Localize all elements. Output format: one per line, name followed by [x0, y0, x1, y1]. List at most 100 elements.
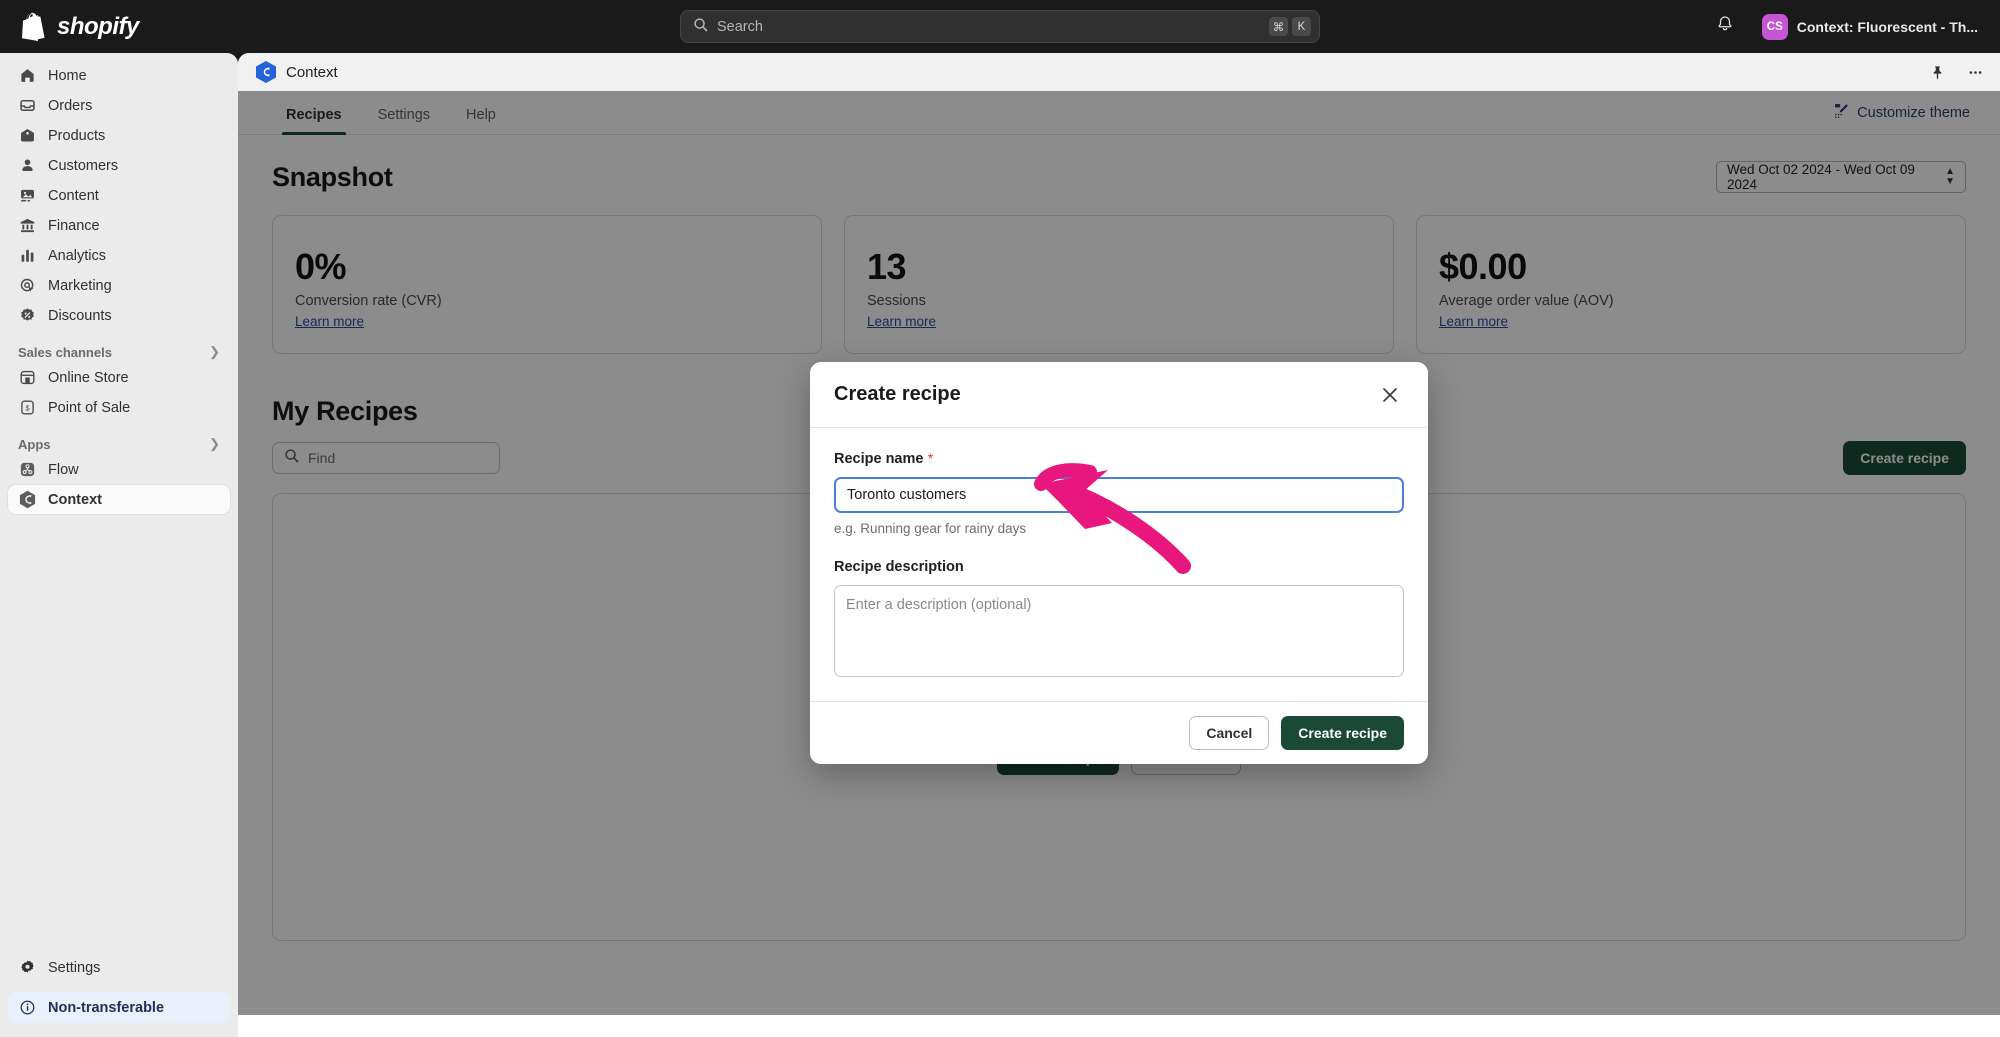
sidebar-item-label: Online Store — [48, 370, 129, 386]
sidebar-item-label: Products — [48, 128, 105, 144]
account-menu-button[interactable]: CS Context: Fluorescent - Th... — [1754, 10, 1986, 44]
sidebar-item-settings[interactable]: Settings — [8, 953, 230, 982]
search-icon — [284, 448, 299, 468]
tab-help[interactable]: Help — [448, 107, 514, 134]
metric-card: 13 Sessions Learn more — [844, 215, 1394, 354]
customize-theme-label: Customize theme — [1857, 105, 1970, 121]
flow-icon — [18, 460, 37, 479]
sidebar-item-label: Orders — [48, 98, 92, 114]
sidebar-item-analytics[interactable]: Analytics — [8, 241, 230, 270]
sidebar-item-label: Context — [48, 492, 102, 508]
ellipsis-icon[interactable] — [1964, 61, 1986, 83]
tag-icon — [18, 126, 37, 145]
kbd-k: K — [1292, 17, 1311, 36]
metric-label: Average order value (AOV) — [1439, 293, 1943, 309]
search-icon — [693, 17, 708, 37]
recipe-name-input[interactable]: Toronto customers — [834, 477, 1404, 513]
recipe-name-label-row: Recipe name * — [834, 450, 1404, 468]
shopify-logo[interactable]: shopify — [22, 12, 139, 41]
sidebar-item-customers[interactable]: Customers — [8, 151, 230, 180]
shopify-wordmark: shopify — [57, 13, 139, 41]
avatar: CS — [1762, 14, 1788, 40]
tab-label: Settings — [378, 107, 430, 123]
learn-more-link[interactable]: Learn more — [295, 314, 364, 329]
sidebar-item-label: Customers — [48, 158, 118, 174]
store-icon — [18, 368, 37, 387]
pos-icon: $ — [18, 398, 37, 417]
sidebar-item-point-of-sale[interactable]: $ Point of Sale — [8, 393, 230, 422]
non-transferable-banner[interactable]: Non-transferable — [8, 992, 230, 1023]
screen-root: shopify Search ⌘ K CS Context: Fluoresce… — [0, 0, 2000, 1037]
recipe-name-value: Toronto customers — [847, 487, 966, 503]
sidebar-item-marketing[interactable]: Marketing — [8, 271, 230, 300]
metric-card: 0% Conversion rate (CVR) Learn more — [272, 215, 822, 354]
submit-create-recipe-button[interactable]: Create recipe — [1281, 716, 1404, 750]
sidebar-item-products[interactable]: Products — [8, 121, 230, 150]
sidebar-section-sales-channels[interactable]: Sales channels ❯ — [18, 344, 220, 360]
metric-label: Sessions — [867, 293, 1371, 309]
recipe-description-input[interactable]: Enter a description (optional) — [834, 585, 1404, 677]
sidebar-item-label: Analytics — [48, 248, 106, 264]
sidebar-item-context[interactable]: Context — [8, 485, 230, 514]
person-icon — [18, 156, 37, 175]
kbd-command: ⌘ — [1269, 17, 1288, 36]
section-title: Sales channels — [18, 345, 112, 360]
find-input[interactable]: Find — [272, 442, 500, 474]
account-name: Context: Fluorescent - Th... — [1797, 19, 1978, 35]
sidebar-item-content[interactable]: Content — [8, 181, 230, 210]
learn-more-link[interactable]: Learn more — [1439, 314, 1508, 329]
metric-label: Conversion rate (CVR) — [295, 293, 799, 309]
snapshot-title: Snapshot — [272, 162, 393, 193]
topbar-right-cluster: CS Context: Fluorescent - Th... — [1710, 0, 1986, 53]
tab-label: Help — [466, 107, 496, 123]
tab-recipes[interactable]: Recipes — [268, 107, 360, 134]
sidebar-item-label: Marketing — [48, 278, 112, 294]
pin-icon[interactable] — [1926, 61, 1948, 83]
search-placeholder: Search — [717, 19, 1260, 35]
sidebar-item-finance[interactable]: Finance — [8, 211, 230, 240]
recipe-description-label: Recipe description — [834, 559, 964, 575]
sidebar-item-home[interactable]: Home — [8, 61, 230, 90]
sidebar-item-discounts[interactable]: Discounts — [8, 301, 230, 330]
sidebar-item-orders[interactable]: Orders — [8, 91, 230, 120]
modal-body: Recipe name * Toronto customers e.g. Run… — [810, 428, 1428, 701]
close-icon[interactable] — [1376, 381, 1404, 409]
sidebar-item-flow[interactable]: Flow — [8, 455, 230, 484]
chevron-right-icon: ❯ — [209, 344, 220, 360]
snapshot-cards: 0% Conversion rate (CVR) Learn more 13 S… — [272, 215, 1966, 354]
sidebar-item-online-store[interactable]: Online Store — [8, 363, 230, 392]
recipe-description-field: Recipe description Enter a description (… — [834, 558, 1404, 677]
global-search-input[interactable]: Search ⌘ K — [680, 10, 1320, 43]
learn-more-link[interactable]: Learn more — [867, 314, 936, 329]
paintbrush-icon — [1833, 102, 1850, 123]
modal-title: Create recipe — [834, 383, 961, 406]
date-range-value: Wed Oct 02 2024 - Wed Oct 09 2024 — [1727, 162, 1945, 192]
customize-theme-button[interactable]: Customize theme — [1833, 102, 1970, 134]
sidebar-footer: Settings Non-transferable — [0, 952, 238, 1023]
app-tabbar: Recipes Settings Help Customize theme — [238, 91, 2000, 135]
sidebar-section-apps[interactable]: Apps ❯ — [18, 436, 220, 452]
app-header: Context — [238, 53, 2000, 91]
tab-label: Recipes — [286, 107, 342, 123]
bank-icon — [18, 216, 37, 235]
search-shortcut-hint: ⌘ K — [1269, 17, 1311, 36]
context-icon — [18, 490, 37, 509]
section-title: Apps — [18, 437, 51, 452]
metric-value: 0% — [295, 246, 799, 288]
recipe-name-label: Recipe name — [834, 451, 923, 467]
tab-settings[interactable]: Settings — [360, 107, 448, 134]
date-range-select[interactable]: Wed Oct 02 2024 - Wed Oct 09 2024 ▲▼ — [1716, 161, 1966, 193]
app-header-left: Context — [256, 61, 338, 83]
discount-badge-icon — [18, 306, 37, 325]
create-recipe-button-toolbar[interactable]: Create recipe — [1843, 441, 1966, 475]
shopify-bag-icon — [22, 12, 48, 41]
modal-footer: Cancel Create recipe — [810, 701, 1428, 764]
sidebar-item-label: Discounts — [48, 308, 112, 324]
recipe-name-help: e.g. Running gear for rainy days — [834, 521, 1404, 536]
recipe-name-field: Recipe name * Toronto customers e.g. Run… — [834, 450, 1404, 536]
create-recipe-modal: Create recipe Recipe name * Toronto cust… — [810, 362, 1428, 764]
notifications-button[interactable] — [1710, 12, 1740, 42]
metric-value: 13 — [867, 246, 1371, 288]
metric-value: $0.00 — [1439, 246, 1943, 288]
cancel-button[interactable]: Cancel — [1189, 716, 1269, 750]
